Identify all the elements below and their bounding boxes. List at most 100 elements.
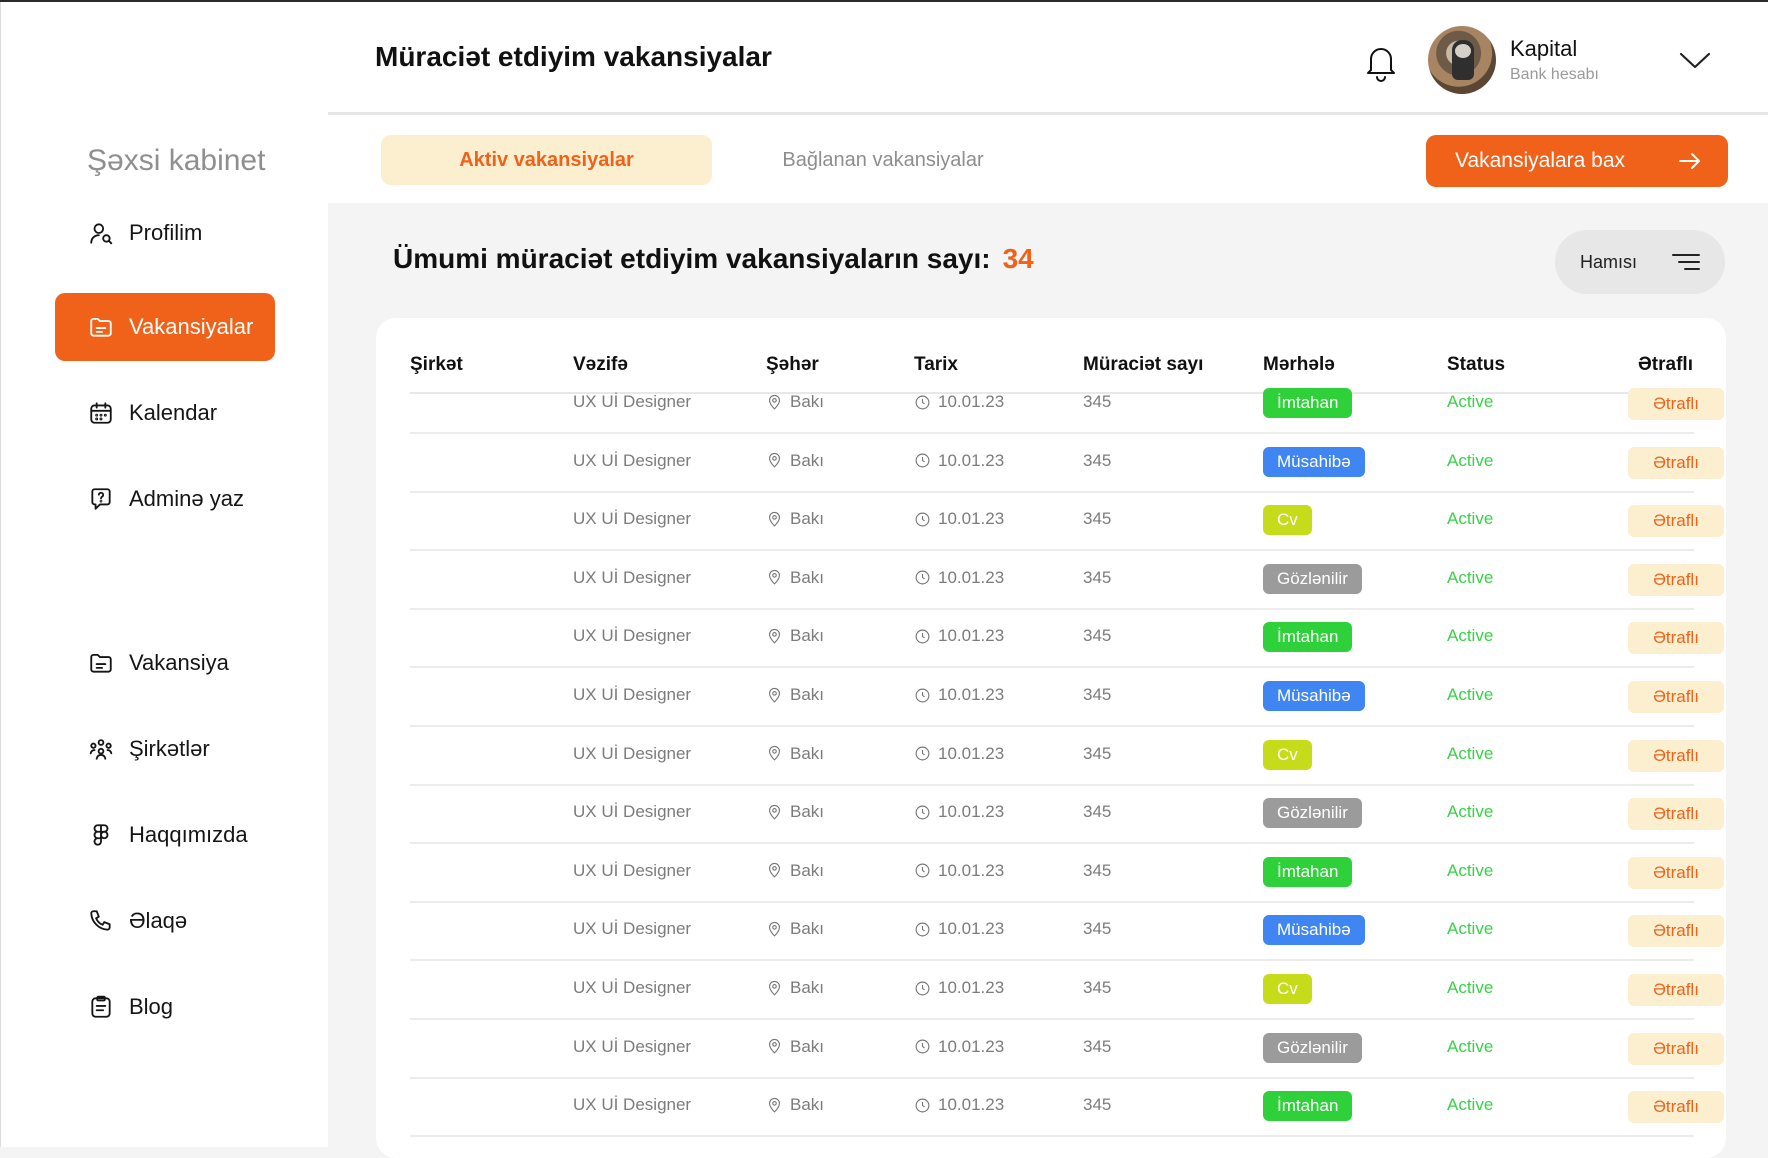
sidebar-item-sirketler[interactable]: Şirkətlər	[55, 715, 275, 783]
sidebar-item-kalendar[interactable]: Kalendar	[55, 379, 275, 447]
cell-city: Bakı	[766, 919, 824, 939]
column-header-sirket: Şirkət	[410, 354, 463, 375]
chat-question-icon	[87, 485, 115, 513]
etrafli-button[interactable]: Ətraflı	[1628, 1032, 1724, 1065]
chevron-down-icon[interactable]	[1678, 50, 1712, 70]
filter-lines-icon	[1672, 254, 1700, 270]
cell-applications: 345	[1083, 392, 1112, 411]
cell-date: 10.01.23	[914, 744, 1004, 764]
avatar[interactable]	[1428, 26, 1496, 94]
sidebar-item-haqqimizda[interactable]: Haqqımızda	[55, 801, 275, 869]
sidebar-item-vakansiya[interactable]: Vakansiya	[55, 629, 275, 697]
location-pin-icon	[766, 687, 790, 704]
sidebar-title: Şəxsi kabinet	[87, 144, 266, 177]
etrafli-button[interactable]: Ətraflı	[1628, 446, 1724, 479]
cell-city: Bakı	[766, 451, 824, 471]
city-text: Bakı	[790, 802, 825, 822]
date-text: 10.01.23	[938, 392, 1005, 411]
location-pin-icon	[766, 394, 790, 411]
cell-applications: 345	[1083, 860, 1112, 880]
cell-applications: 345	[1083, 802, 1112, 822]
cell-applications: 345	[1083, 509, 1112, 529]
stage-badge: Cv	[1263, 974, 1312, 1004]
cell-city: Bakı	[766, 1095, 824, 1115]
cell-applications: 345	[1083, 1036, 1112, 1056]
city-text: Bakı	[790, 1095, 825, 1115]
stage-badge: Gözlənilir	[1263, 563, 1362, 594]
sidebar: Şəxsi kabinet Profilim Vakansiyalar Kale…	[0, 2, 328, 1147]
cell-applications: 345	[1083, 919, 1112, 939]
etrafli-button[interactable]: Ətraflı	[1628, 563, 1724, 596]
table-row: UX Uİ Designer Bakı 10.01.23 345 Cv Active Ətr…	[410, 726, 1724, 786]
etrafli-button[interactable]: Ətraflı	[1628, 856, 1724, 889]
table-row: UX Uİ Designer Bakı 10.01.23 345 Gözlənilir A…	[410, 784, 1724, 845]
etrafli-button[interactable]: Ətraflı	[1628, 1091, 1724, 1124]
sidebar-item-vakansiyalar[interactable]: Vakansiyalar	[55, 293, 275, 361]
sidebar-item-elaqe[interactable]: Əlaqə	[55, 887, 275, 955]
cell-date: 10.01.23	[914, 802, 1004, 822]
etrafli-button[interactable]: Ətraflı	[1628, 915, 1724, 948]
column-header-tarix: Tarix	[914, 354, 959, 375]
status-text: Active	[1447, 919, 1494, 939]
status-text: Active	[1447, 1095, 1494, 1115]
cell-applications: 345	[1083, 743, 1112, 763]
sidebar-item-blog[interactable]: Blog	[55, 973, 275, 1041]
summary-heading: Ümumi müraciət etdiyim vakansiyaların sa…	[393, 243, 1034, 275]
city-text: Bakı	[790, 392, 825, 411]
bell-icon[interactable]	[1363, 42, 1399, 82]
etrafli-button[interactable]: Ətraflı	[1628, 739, 1724, 772]
clock-icon	[914, 1097, 938, 1114]
sidebar-item-profilim[interactable]: Profilim	[55, 199, 275, 267]
etrafli-button[interactable]: Ətraflı	[1628, 505, 1724, 538]
tabs-bar: Aktiv vakansiyalar Bağlanan vakansiyalar…	[328, 115, 1768, 203]
cta-label: Vakansiyalara bax	[1455, 149, 1626, 172]
cell-city: Bakı	[766, 861, 824, 881]
table-row: UX Uİ Designer Bakı 10.01.23 345 Müsahibə Act…	[410, 667, 1724, 727]
column-header-vezife: Vəzifə	[573, 354, 628, 375]
cell-position: UX Uİ Designer	[573, 978, 692, 997]
tab-aktiv-vakansiyalar[interactable]: Aktiv vakansiyalar	[381, 135, 712, 185]
sidebar-item-label: Şirkətlər	[129, 736, 210, 761]
etrafli-button[interactable]: Ətraflı	[1628, 622, 1724, 655]
city-text: Bakı	[790, 978, 825, 997]
cell-position: UX Uİ Designer	[573, 860, 692, 880]
clock-icon	[914, 745, 938, 762]
etrafli-button[interactable]: Ətraflı	[1628, 798, 1724, 831]
arrow-right-icon	[1679, 153, 1700, 169]
clock-icon	[914, 569, 938, 586]
sidebar-item-label: Profilim	[129, 220, 203, 245]
cell-date: 10.01.23	[914, 451, 1004, 471]
table-row: UX Uİ Designer Bakı 10.01.23 345 Cv Active Ətr…	[410, 960, 1724, 1020]
cell-position: UX Uİ Designer	[573, 685, 692, 704]
location-pin-icon	[766, 452, 790, 469]
cell-position: UX Uİ Designer	[573, 567, 692, 587]
sidebar-item-label: Haqqımızda	[129, 822, 248, 847]
city-text: Bakı	[790, 860, 825, 880]
table-row: UX Uİ Designer Bakı 10.01.23 345 Gözlənilir A…	[410, 1019, 1724, 1079]
sidebar-item-label: Vakansiya	[129, 650, 229, 675]
table-row: UX Uİ Designer Bakı 10.01.23 345 Cv Active Ətr…	[410, 491, 1724, 552]
cell-position: UX Uİ Designer	[573, 392, 692, 411]
filter-button[interactable]: Hamısı	[1555, 230, 1725, 294]
table-row: UX Uİ Designer Bakı 10.01.23 345 İmtahan Acti…	[410, 608, 1724, 669]
stage-badge: Müsahibə	[1263, 681, 1365, 711]
cell-applications: 345	[1083, 1095, 1112, 1115]
cell-applications: 345	[1083, 978, 1112, 997]
vakansiyalara-bax-button[interactable]: Vakansiyalara bax	[1426, 135, 1728, 187]
phone-icon	[87, 907, 115, 935]
etrafli-button[interactable]: Ətraflı	[1628, 974, 1724, 1006]
etrafli-button[interactable]: Ətraflı	[1628, 681, 1724, 713]
location-pin-icon	[766, 569, 790, 586]
sidebar-item-admin-yaz[interactable]: Adminə yaz	[55, 465, 275, 533]
stage-badge: İmtahan	[1263, 856, 1353, 887]
tab-baglanan-vakansiyalar[interactable]: Bağlanan vakansiyalar	[748, 135, 1018, 185]
column-header-seher: Şəhər	[766, 354, 819, 375]
cell-date: 10.01.23	[914, 978, 1004, 998]
cell-date: 10.01.23	[914, 919, 1004, 939]
etrafli-button[interactable]: Ətraflı	[1628, 388, 1724, 420]
cell-position: UX Uİ Designer	[573, 450, 692, 470]
summary-label: Ümumi müraciət etdiyim vakansiyaların sa…	[393, 243, 991, 274]
calendar-icon	[87, 399, 115, 427]
cell-city: Bakı	[766, 685, 824, 705]
cell-applications: 345	[1083, 450, 1112, 470]
